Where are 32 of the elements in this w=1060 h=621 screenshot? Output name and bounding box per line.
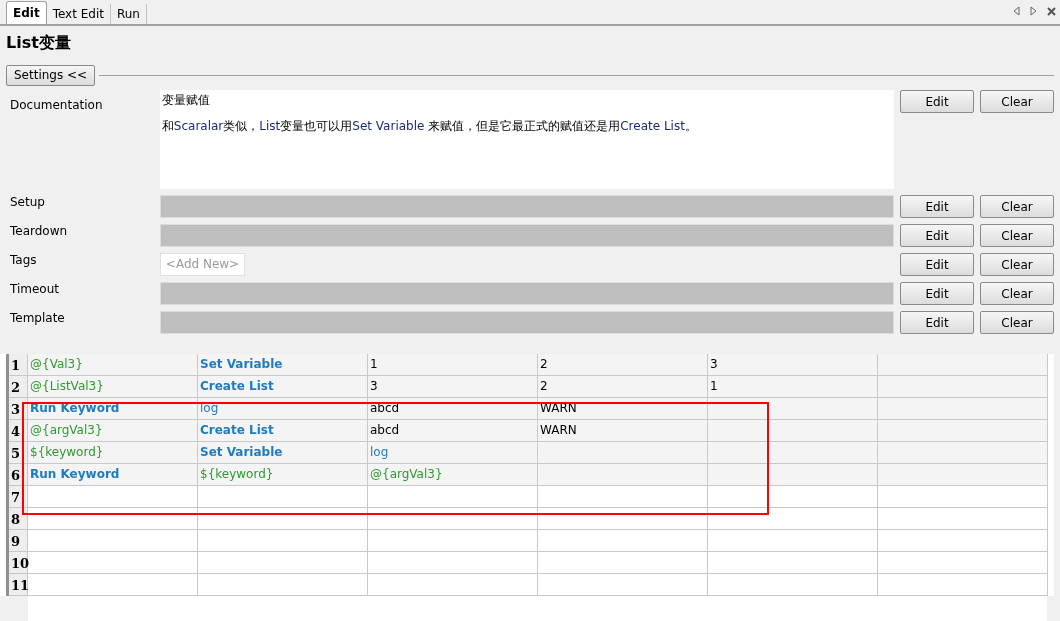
- clear-button[interactable]: Clear: [980, 224, 1054, 247]
- row-number: 2: [9, 376, 28, 398]
- edit-button[interactable]: Edit: [900, 282, 974, 305]
- clear-button[interactable]: Clear: [980, 282, 1054, 305]
- tab[interactable]: Edit: [6, 1, 47, 24]
- field-label: Timeout: [9, 282, 61, 298]
- edit-button[interactable]: Edit: [900, 90, 974, 113]
- tab[interactable]: Text Edit: [46, 4, 111, 24]
- page-title: List变量: [6, 32, 72, 54]
- clear-button[interactable]: Clear: [980, 195, 1054, 218]
- field-label: Documentation: [9, 97, 104, 114]
- field-label: Template: [9, 311, 66, 327]
- documentation-text: 变量赋值: [161, 92, 211, 108]
- clear-button[interactable]: Clear: [980, 253, 1054, 276]
- edit-button[interactable]: Edit: [900, 311, 974, 334]
- row-number: 8: [9, 508, 28, 530]
- edit-button[interactable]: Edit: [900, 253, 974, 276]
- row-number: 9: [9, 530, 28, 552]
- clear-button[interactable]: Clear: [980, 90, 1054, 113]
- tab[interactable]: Run: [110, 4, 147, 24]
- clear-button[interactable]: Clear: [980, 311, 1054, 334]
- row-number: 10: [9, 552, 28, 574]
- documentation-text: 和Scaralar类似，List变量也可以用Set Variable 来赋值，但是它最正式的赋值还是用Create List。: [161, 118, 698, 134]
- field-label: Tags: [9, 253, 38, 269]
- edit-button[interactable]: Edit: [900, 195, 974, 218]
- row-number: 1: [9, 354, 28, 376]
- field-label: Setup: [9, 195, 46, 211]
- settings-button[interactable]: Settings <<: [6, 65, 96, 86]
- documentation-field[interactable]: 变量赋值 和Scaralar类似，List变量也可以用Set Variable 来赋值，但是它最正式的赋值还是用Create List。: [159, 90, 894, 189]
- row-number: 11: [9, 574, 28, 596]
- field-label: Teardown: [9, 224, 69, 240]
- edit-button[interactable]: Edit: [900, 224, 974, 247]
